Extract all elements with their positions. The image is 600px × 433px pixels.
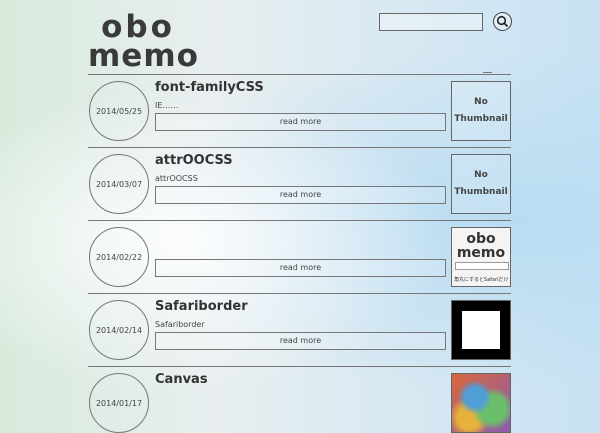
post-item: 2014/01/17 Canvas xyxy=(88,366,511,433)
divider xyxy=(483,72,492,73)
post-date: 2014/03/07 xyxy=(89,154,149,214)
post-item: 2014/02/14 Safariborder Safariborder rea… xyxy=(88,293,511,366)
post-title[interactable]: font-familyCSS xyxy=(155,80,264,95)
post-date: 2014/05/25 xyxy=(89,81,149,141)
post-date: 2014/01/17 xyxy=(89,373,149,433)
search-icon xyxy=(496,15,509,28)
search-input[interactable] xyxy=(379,13,483,31)
post-thumbnail[interactable]: No Thumbnail xyxy=(451,81,511,141)
post-thumbnail[interactable]: No Thumbnail xyxy=(451,154,511,214)
search-button[interactable] xyxy=(493,12,512,31)
thumbnail-search-bar xyxy=(455,262,509,270)
post-excerpt: IE…… xyxy=(155,101,179,110)
border-corner-image xyxy=(452,301,510,359)
post-thumbnail[interactable] xyxy=(451,373,511,433)
post-item: 2014/03/07 attrOOCSS attrOOCSS read more… xyxy=(88,147,511,220)
thumbnail-label: No xyxy=(474,97,488,107)
thumbnail-label: Thumbnail xyxy=(454,187,508,197)
post-thumbnail[interactable]: obo memo 角丸にするとSafariだけ xyxy=(451,227,511,287)
thumbnail-label: Thumbnail xyxy=(454,114,508,124)
logo-line-2: memo xyxy=(88,38,199,74)
post-item: 2014/02/22 read more obo memo 角丸にするとSafa… xyxy=(88,220,511,293)
post-date: 2014/02/14 xyxy=(89,300,149,360)
thumbnail-logo-line-2: memo xyxy=(456,245,506,261)
post-title[interactable]: Canvas xyxy=(155,372,208,387)
post-excerpt: Safariborder xyxy=(155,320,205,329)
post-item: 2014/05/25 font-familyCSS IE…… read more… xyxy=(88,74,511,147)
read-more-button[interactable]: read more xyxy=(155,113,446,131)
read-more-button[interactable]: read more xyxy=(155,332,446,350)
post-excerpt: attrOOCSS xyxy=(155,174,198,183)
post-title[interactable]: Safariborder xyxy=(155,299,248,314)
post-title[interactable]: attrOOCSS xyxy=(155,153,233,168)
post-list: 2014/05/25 font-familyCSS IE…… read more… xyxy=(88,74,511,433)
thumbnail-logo-image: obo memo xyxy=(452,232,510,260)
thumbnail-caption: 角丸にするとSafariだけ xyxy=(454,277,509,283)
site-logo[interactable]: obo memo xyxy=(88,12,199,74)
post-date: 2014/02/22 xyxy=(89,227,149,287)
read-more-button[interactable]: read more xyxy=(155,259,446,277)
post-thumbnail[interactable] xyxy=(451,300,511,360)
thumbnail-label: No xyxy=(474,170,488,180)
read-more-button[interactable]: read more xyxy=(155,186,446,204)
